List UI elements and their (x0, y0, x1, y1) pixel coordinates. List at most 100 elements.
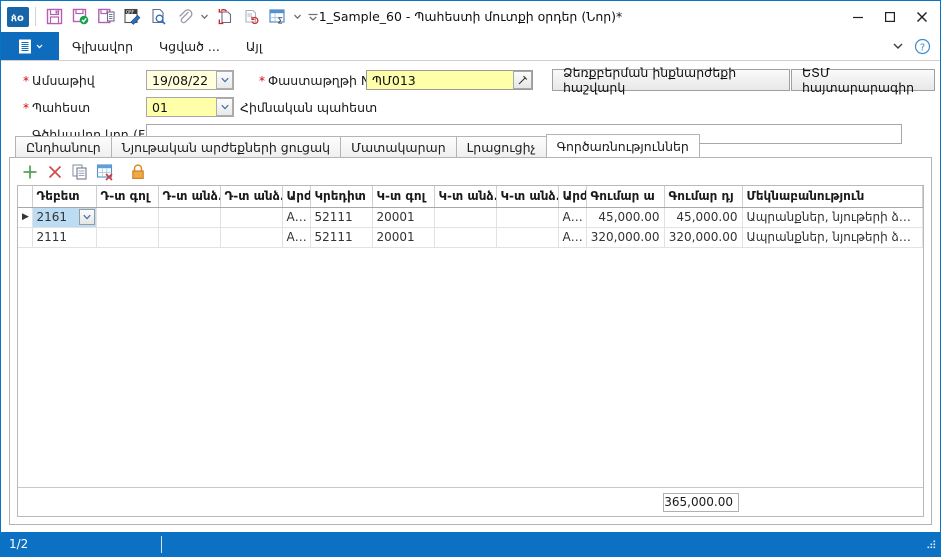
tab-additional[interactable]: Լրացուցիչ (455, 136, 547, 157)
lock-icon[interactable] (127, 161, 149, 183)
minimize-button[interactable] (842, 3, 874, 31)
cell-amount-d[interactable]: 320,000.00 (664, 227, 743, 248)
status-divider (161, 535, 162, 553)
cell-debit[interactable]: 2111 (32, 227, 97, 248)
cell-credit[interactable]: 52111 (310, 227, 373, 248)
cell-amount-a[interactable]: 45,000.00 (586, 207, 665, 228)
column-header-credit-currency[interactable]: Արժ (558, 186, 587, 208)
cell-credit-group[interactable]: 20001 (372, 227, 435, 248)
cell-debit-person-1[interactable] (158, 207, 221, 228)
date-label: Ամսաթիվ (32, 73, 95, 88)
delete-row-icon[interactable] (44, 161, 66, 183)
menu-item-attached[interactable]: Կցված ... (146, 32, 233, 60)
warehouse-label: Պահեստ (32, 100, 91, 115)
column-header-debit[interactable]: Դեբետ (32, 186, 97, 208)
date-input[interactable]: 19/08/22 (146, 70, 234, 90)
warehouse-dropdown-icon[interactable] (216, 98, 233, 116)
column-header-debit-currency[interactable]: Արժ (282, 186, 311, 208)
overflow-dropdown-icon[interactable] (306, 5, 319, 29)
quick-access-toolbar: QRF Σ (42, 5, 319, 29)
cell-credit-currency[interactable]: A… (558, 207, 587, 228)
table-row[interactable]: 2111 A… 52111 20001 A… 320,000.00 320,00… (18, 227, 923, 248)
doc-number-input[interactable]: ՊՄ013 (366, 70, 533, 90)
cell-debit-value: 2161 (36, 210, 68, 224)
cell-credit-person-1[interactable] (434, 207, 497, 228)
cell-comment[interactable]: Ապրանքներ, նյութերի ձ… (742, 227, 923, 248)
attachment-icon[interactable] (172, 5, 196, 29)
table-row[interactable]: ▶ 2161 A… 52111 20001 A… 45,000.00 45,00… (18, 207, 923, 228)
cell-debit[interactable]: 2161 (32, 207, 97, 228)
cell-credit-person-1[interactable] (434, 227, 497, 248)
warehouse-input[interactable]: 01 (146, 97, 234, 117)
undo-document-icon[interactable] (239, 5, 263, 29)
cell-credit-group[interactable]: 20001 (372, 207, 435, 228)
date-value: 19/08/22 (152, 72, 209, 88)
column-header-debit-group[interactable]: Դ-տ գոլ (96, 186, 159, 208)
cell-amount-a[interactable]: 320,000.00 (586, 227, 665, 248)
tab-supplier[interactable]: Մատակարար (340, 136, 457, 157)
eaeu-declaration-button[interactable]: ԵՏՄ հայտարարագիր (791, 65, 935, 95)
svg-text:Σ: Σ (277, 17, 282, 26)
chevron-down-icon[interactable] (892, 42, 904, 50)
copy-row-icon[interactable] (69, 161, 91, 183)
attachment-dropdown-icon[interactable] (198, 5, 211, 29)
column-header-credit-person-2[interactable]: Կ-տ անձ.| (496, 186, 559, 208)
tab-operations[interactable]: Գործառնություններ (545, 134, 700, 157)
grid-empty-area (18, 247, 923, 487)
window-controls (842, 1, 940, 32)
tab-material-values-list[interactable]: Նյութական արժեքների ցուցակ (110, 136, 342, 157)
form-body: * Ամսաթիվ 19/08/22 * Փաստաթղթի N ՊՄ013 Ձ… (1, 61, 940, 532)
cell-dropdown-icon[interactable] (78, 208, 95, 225)
cell-debit-person-1[interactable] (158, 227, 221, 248)
delete-table-icon[interactable] (94, 161, 116, 183)
cell-comment[interactable]: Ապրանքներ, նյութերի ձ… (742, 207, 923, 228)
cell-amount-d[interactable]: 45,000.00 (664, 207, 743, 228)
cell-credit[interactable]: 52111 (310, 207, 373, 228)
menu-item-other[interactable]: Այլ (233, 32, 275, 60)
tab-general[interactable]: Ընդհանուր (15, 136, 112, 157)
status-bar: 1/2 (1, 532, 940, 556)
resize-grip-icon[interactable] (925, 538, 937, 550)
cell-debit-currency[interactable]: A… (282, 227, 311, 248)
doc-number-picker-icon[interactable] (513, 71, 532, 89)
save-copy-icon[interactable] (94, 5, 118, 29)
menu-item-main[interactable]: Գլխավոր (59, 32, 146, 60)
sum-dropdown-icon[interactable] (291, 5, 304, 29)
column-header-amount-d[interactable]: Գումար դյ (664, 186, 743, 208)
cell-credit-person-2[interactable] (496, 207, 559, 228)
help-icon[interactable]: ? (914, 38, 931, 55)
column-header-comment[interactable]: Մեկնաբանություն (742, 186, 923, 208)
cell-credit-currency[interactable]: A… (558, 227, 587, 248)
qrf-edit-icon[interactable]: QRF (120, 5, 144, 29)
close-button[interactable] (906, 3, 938, 31)
cell-debit-person-2[interactable] (220, 207, 283, 228)
cell-debit-group[interactable] (96, 207, 159, 228)
document-preview-icon[interactable] (146, 5, 170, 29)
cell-debit-person-2[interactable] (220, 227, 283, 248)
warehouse-value: 01 (152, 99, 168, 115)
field-row-1: * Ամսաթիվ 19/08/22 * Փաստաթղթի N ՊՄ013 Ձ… (9, 65, 935, 95)
file-menu-chevron-icon (36, 44, 42, 48)
save-and-close-icon[interactable] (68, 5, 92, 29)
doc-number-label: Փաստաթղթի N (268, 73, 371, 88)
column-header-debit-person-1[interactable]: Դ-տ անձ.| (158, 186, 221, 208)
column-header-credit-group[interactable]: Կ-տ գոլ (372, 186, 435, 208)
refresh-document-icon[interactable] (213, 5, 237, 29)
cell-credit-person-2[interactable] (496, 227, 559, 248)
row-selector-header (18, 186, 33, 208)
column-header-credit-person-1[interactable]: Կ-տ անձ.| (434, 186, 497, 208)
sum-table-icon[interactable]: Σ (265, 5, 289, 29)
cell-debit-currency[interactable]: A… (282, 207, 311, 228)
cell-debit-group[interactable] (96, 227, 159, 248)
date-dropdown-icon[interactable] (216, 71, 233, 89)
doc-number-required-marker: * (259, 74, 265, 88)
maximize-button[interactable] (874, 3, 906, 31)
column-header-credit[interactable]: Կրեդիտ (310, 186, 373, 208)
add-row-icon[interactable] (19, 161, 41, 183)
calc-cost-button[interactable]: Ձեռքբերման ինքնարժեքի հաշվարկ (552, 65, 790, 95)
file-menu-button[interactable] (1, 32, 59, 60)
save-icon[interactable] (42, 5, 66, 29)
column-header-debit-person-2[interactable]: Դ-տ անձ.| (220, 186, 283, 208)
doc-number-value: ՊՄ013 (372, 72, 416, 88)
column-header-amount-a[interactable]: Գումար ա (586, 186, 665, 208)
